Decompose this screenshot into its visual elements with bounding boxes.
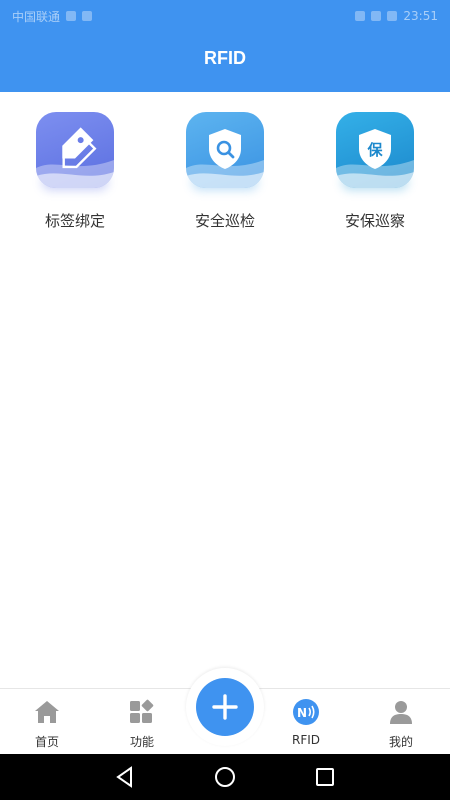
- home-icon: [35, 701, 59, 723]
- nav-label: 功能: [129, 735, 154, 749]
- status-bar: 中国联通 23:51: [0, 0, 450, 32]
- recents-icon[interactable]: [312, 764, 338, 790]
- shield-search-icon: [186, 112, 264, 192]
- page-title: RFID: [204, 48, 246, 68]
- plus-icon: [212, 694, 238, 720]
- app-header: 中国联通 23:51 RFID: [0, 0, 450, 92]
- function-label: 安全巡检: [194, 212, 255, 230]
- clock-text: 23:51: [403, 9, 438, 23]
- nav-item-home[interactable]: 首页: [2, 689, 92, 755]
- back-icon[interactable]: [112, 764, 138, 790]
- function-security-inspection[interactable]: 安全巡检: [150, 112, 300, 231]
- shield-bao-icon: 保: [336, 112, 414, 192]
- home-circle-icon[interactable]: [212, 764, 238, 790]
- icon-tile: [186, 112, 264, 188]
- function-grid: 标签绑定 安全巡检 保 安保巡察: [0, 112, 450, 231]
- grid-icon: [130, 699, 154, 723]
- svg-text:N: N: [297, 706, 307, 720]
- function-label: 标签绑定: [44, 212, 105, 230]
- message-icon: [82, 11, 93, 21]
- shield-glyph: 保: [366, 141, 383, 159]
- function-security-patrol[interactable]: 保 安保巡察: [300, 112, 450, 231]
- system-nav-bar: [0, 754, 450, 800]
- carrier-text: 中国联通: [12, 9, 61, 24]
- nav-item-mine[interactable]: 我的: [356, 689, 446, 755]
- battery-icon: [387, 11, 398, 21]
- function-label: 安保巡察: [344, 212, 405, 230]
- status-bar-left: 中国联通: [12, 8, 93, 25]
- rfid-screen: 中国联通 23:51 RFID 标签绑定 安全巡检 保 安保巡察 首页 功能 N…: [0, 0, 450, 800]
- nav-label: RFID: [291, 733, 321, 747]
- nav-item-rfid[interactable]: N RFID: [261, 689, 351, 755]
- nav-label: 首页: [34, 735, 59, 749]
- add-button[interactable]: [196, 678, 254, 736]
- icon-tile: 保: [336, 112, 414, 188]
- nav-label: 我的: [388, 735, 413, 749]
- status-bar-right: 23:51: [355, 9, 438, 23]
- signal-icon: [371, 11, 382, 21]
- icon-tile: [36, 112, 114, 188]
- function-tag-binding[interactable]: 标签绑定: [0, 112, 150, 231]
- nav-item-functions[interactable]: 功能: [97, 689, 187, 755]
- user-icon: [390, 701, 412, 724]
- wifi-icon: [355, 11, 366, 21]
- nfc-icon: N: [293, 699, 319, 725]
- notification-icon: [66, 11, 77, 21]
- tag-icon: [36, 112, 114, 192]
